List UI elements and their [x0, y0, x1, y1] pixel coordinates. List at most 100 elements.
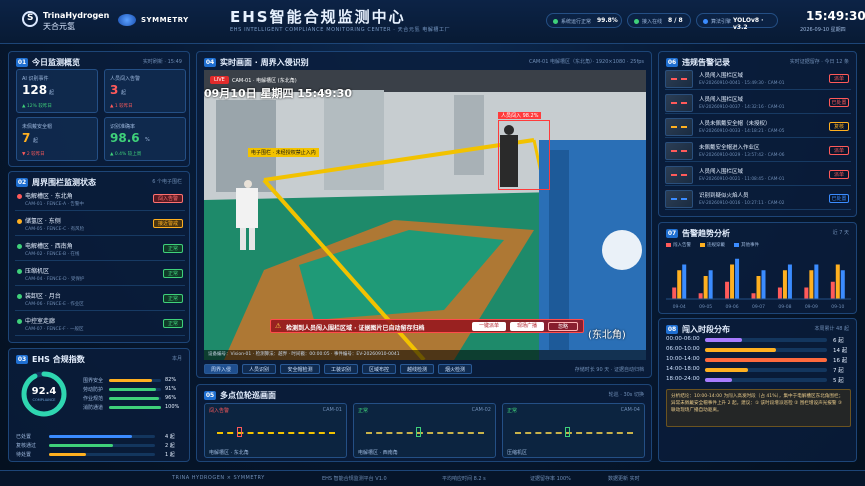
- ehs-bar-track: [109, 388, 161, 391]
- detection-mode-tab[interactable]: 区域布控: [362, 364, 396, 374]
- camera-thumb[interactable]: 正常 CAM-04 压缩机区: [502, 403, 645, 458]
- kpi-card[interactable]: 人员闯入告警 3 起 ▲ 1 较昨日: [104, 69, 186, 113]
- status-dot: [703, 19, 708, 24]
- kpi-value: 98.6: [110, 131, 140, 145]
- footer-left: TRINA HYDROGEN × SYMMETRY: [172, 475, 265, 481]
- camera-thumb[interactable]: 正常 CAM-02 电解槽区 · 西南角: [353, 403, 496, 458]
- violation-record[interactable]: 人员未佩戴安全帽（未授权） EV-20260910-0033 · 14:18:21…: [665, 117, 851, 138]
- fence-sub: CAM-04 · FENCE-D · 受保护: [25, 277, 85, 282]
- ignore-button[interactable]: 忽略: [548, 322, 578, 331]
- fence-item[interactable]: 电解槽区 · 西南角 CAM-02 · FENCE-B · 在线 正常: [15, 239, 185, 261]
- camera-name: 电解槽区 · 东北角: [209, 450, 249, 456]
- footer-center: EHS 智能合规监测平台 V1.0: [322, 476, 387, 482]
- ehs-row-value: 4 起: [165, 434, 175, 440]
- partner-name: SYMMETRY: [141, 16, 189, 24]
- trend-bar: [782, 270, 787, 299]
- stat-label: 算法引擎: [711, 19, 732, 25]
- record-action-button[interactable]: 已处置: [829, 194, 849, 203]
- violation-record[interactable]: 人员闯入围栏区域 EV-20260910-0021 · 11:08:45 · CA…: [665, 165, 851, 186]
- panel-meta: 本月: [171, 356, 182, 362]
- status-dot: [553, 19, 558, 24]
- period-value: 7 起: [833, 368, 844, 374]
- clock-date: 2026-09-10 星期四: [800, 27, 846, 33]
- ehs-bar-track: [109, 379, 161, 382]
- detection-mode-tab[interactable]: 周界入侵: [204, 364, 238, 374]
- status-dot: [17, 244, 22, 249]
- fence-sub: CAM-05 · FENCE-C · 有风险: [25, 227, 85, 232]
- record-action-button[interactable]: 复核: [829, 122, 849, 131]
- record-sub: EV-20260910-0029 · 13:57:42 · CAM-06: [699, 153, 785, 158]
- trend-bar: [809, 270, 814, 299]
- record-action-button[interactable]: 派单: [829, 74, 849, 83]
- ehs-bar-fill: [109, 406, 161, 409]
- violation-record[interactable]: 未佩戴安全帽进入作业区 EV-20260910-0029 · 13:57:42 ·…: [665, 141, 851, 162]
- record-thumb-mark: [671, 150, 687, 152]
- camera-id: CAM-04: [620, 407, 640, 413]
- symmetry-logo-icon: [118, 14, 136, 26]
- violation-record[interactable]: 识别到疑似火焰人员 EV-20260910-0016 · 10:27:11 · C…: [665, 189, 851, 210]
- live-badge: LIVE: [210, 76, 229, 84]
- trend-bar: [814, 264, 819, 299]
- fence-status-badge: 正常: [162, 319, 183, 328]
- violation-record[interactable]: 人员闯入围栏区域 EV-20260910-0041 · 15:49:30 · CA…: [665, 69, 851, 90]
- trend-bar: [735, 258, 740, 299]
- trend-bar: [708, 270, 713, 299]
- live-video-panel: 04 实时画面 · 周界入侵识别 CAM-01 电解槽区（东北角）· 1920×1…: [196, 51, 652, 378]
- today-overview-panel: 01 今日监测概览 实时刷新 · 15:49 AI 识别事件 128 起 ▲ 12% 较…: [8, 51, 190, 167]
- fence-item[interactable]: 压缩机区 CAM-04 · FENCE-D · 受保护 正常: [15, 264, 185, 286]
- detection-mode-tab[interactable]: 安全帽检测: [280, 364, 320, 374]
- ehs-bar-label: 作业规范: [83, 396, 104, 402]
- panel-meta: 本周累计 48 起: [814, 326, 849, 332]
- kpi-card[interactable]: AI 识别事件 128 起 ▲ 12% 较昨日: [16, 69, 98, 113]
- dispatch-button[interactable]: 一键派单: [472, 322, 506, 331]
- ehs-bar-value: 96%: [165, 395, 177, 401]
- fence-line: [366, 432, 484, 434]
- kpi-value: 128: [22, 83, 48, 97]
- trend-chart: 09-04 09-05 09-06 09-07 09-08 09-09 09-10: [666, 258, 851, 310]
- record-action-button[interactable]: 派单: [829, 170, 849, 179]
- kpi-label: 人员闯入告警: [110, 76, 141, 82]
- fence-name: 电解槽区 · 东北角: [25, 193, 73, 200]
- kpi-card[interactable]: 未佩戴安全帽 7 起 ▼ 2 较昨日: [16, 117, 98, 161]
- trend-bar: [725, 281, 730, 299]
- kpi-trend: ▼ 2 较昨日: [22, 152, 45, 157]
- kpi-card[interactable]: 识别准确率 98.6% ▲ 0.4% 较上周: [104, 117, 186, 161]
- dashboard: S TrinaHydrogen 天合元氢 SYMMETRY EHS智能合规监测中…: [0, 0, 865, 486]
- record-action-button[interactable]: 已处置: [829, 98, 849, 107]
- detection-mode-tab[interactable]: 烟火检测: [438, 364, 472, 374]
- violation-record[interactable]: 人员闯入围栏区域 EV-20260910-0037 · 14:32:16 · CA…: [665, 93, 851, 114]
- record-sub: EV-20260910-0041 · 15:49:30 · CAM-01: [699, 81, 785, 86]
- fence-item[interactable]: 装卸区 · 月台 CAM-06 · FENCE-E · 作业区 正常: [15, 289, 185, 311]
- fence-item[interactable]: 储氢区 · 东侧 CAM-05 · FENCE-C · 有风险 接近警戒: [15, 214, 185, 236]
- record-action-button[interactable]: 派单: [829, 146, 849, 155]
- fence-name: 压缩机区: [25, 268, 50, 275]
- fence-status-badge: 接近警戒: [152, 219, 183, 228]
- fence-item[interactable]: 电解槽区 · 东北角 CAM-01 · FENCE-A · 告警中 闯入告警: [15, 189, 185, 211]
- ehs-bar-fill: [109, 397, 159, 400]
- page-subtitle: EHS INTELLIGENT COMPLIANCE MONITORING CE…: [230, 27, 451, 33]
- broadcast-button[interactable]: 现场广播: [510, 322, 544, 331]
- period-value: 6 起: [833, 338, 844, 344]
- period-label: 10:00-14:00: [666, 356, 700, 362]
- intrusion-box: [498, 120, 550, 190]
- camera-thumb[interactable]: 闯入告警 CAM-01 电解槽区 · 东北角: [204, 403, 347, 458]
- fence-item[interactable]: 中控室走廊 CAM-07 · FENCE-F · 一般区 正常: [15, 314, 185, 336]
- camera-name: 压缩机区: [507, 450, 528, 456]
- fence-status-panel: 02 周界围栏监测状态 6 个电子围栏 电解槽区 · 东北角 CAM-01 · FE…: [8, 171, 190, 343]
- fence-name: 储氢区 · 东侧: [25, 218, 61, 225]
- detection-mode-tab[interactable]: 越线检测: [400, 364, 434, 374]
- fence-sub: CAM-06 · FENCE-E · 作业区: [25, 302, 84, 307]
- record-title: 人员未佩戴安全帽（未授权）: [699, 121, 771, 127]
- fence-name: 装卸区 · 月台: [25, 293, 61, 300]
- legend-swatch: [700, 243, 705, 247]
- trina-logo-letter: S: [27, 13, 34, 23]
- record-title: 人员闯入围栏区域: [699, 97, 744, 103]
- period-track: [705, 378, 827, 382]
- kpi-trend: ▲ 1 较昨日: [110, 104, 133, 109]
- status-dot: [17, 294, 22, 299]
- fence-status-badge: 正常: [162, 294, 183, 303]
- detection-mode-tab[interactable]: 工装识别: [324, 364, 358, 374]
- detection-mode-tab[interactable]: 人员识别: [242, 364, 276, 374]
- trend-bar: [830, 281, 835, 299]
- video-frame[interactable]: LIVE CAM-01 · 电解槽区 (东北角) 09月10日 星期四 15:4…: [204, 70, 646, 360]
